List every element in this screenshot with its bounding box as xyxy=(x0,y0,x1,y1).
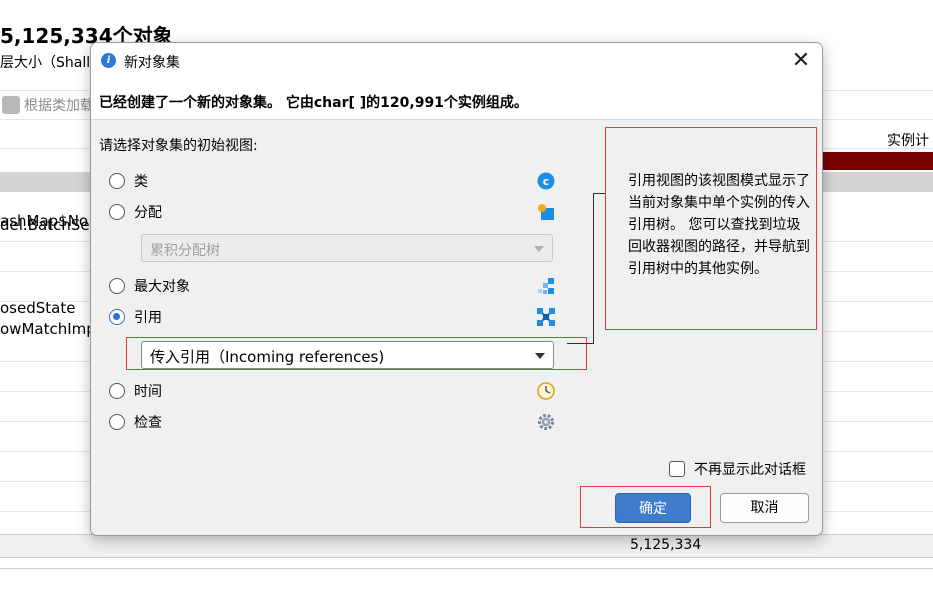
info-icon: i xyxy=(101,53,116,68)
shallow-size-label: 层大小（Shallo xyxy=(0,55,99,71)
close-icon: ✕ xyxy=(791,48,811,73)
callout-line xyxy=(567,343,594,344)
radio-classes[interactable]: 类 xyxy=(109,170,148,192)
svg-text:c: c xyxy=(543,175,550,188)
callout-line xyxy=(593,193,605,194)
radio-inspections[interactable]: 检查 xyxy=(109,411,162,433)
reference-mode-value: 传入引用（Incoming references) xyxy=(150,348,385,366)
row-class-name: owMatchImp xyxy=(0,320,96,338)
radio-button[interactable] xyxy=(109,414,125,430)
ok-button[interactable]: 确定 xyxy=(615,493,691,523)
view-description-panel: 引用视图的该视图模式显示了当前对象集中单个实例的传入引用树。 您可以查找到垃圾回… xyxy=(605,127,817,330)
checkbox[interactable] xyxy=(669,461,685,477)
option-label: 时间 xyxy=(134,384,162,400)
classloader-icon xyxy=(2,96,20,114)
cancel-button[interactable]: 取消 xyxy=(720,493,809,523)
view-prompt: 请选择对象集的初始视图: xyxy=(99,138,258,154)
dont-show-again-checkbox[interactable]: 不再显示此对话框 xyxy=(669,459,806,479)
class-icon: c xyxy=(537,172,555,190)
callout-line xyxy=(593,193,594,343)
radio-button[interactable] xyxy=(109,173,125,189)
chevron-down-icon xyxy=(534,246,544,252)
allocation-tree-select: 累积分配树 xyxy=(141,234,553,262)
option-label: 类 xyxy=(134,174,148,190)
radio-time[interactable]: 时间 xyxy=(109,380,162,402)
row-class-name: ashMap$No xyxy=(0,212,89,230)
group-by-classloader-button[interactable]: 根据类加载 xyxy=(2,95,94,115)
largest-objects-icon xyxy=(538,278,554,294)
dialog-title: 新对象集 xyxy=(124,55,180,71)
option-label: 最大对象 xyxy=(134,279,190,295)
new-object-set-dialog: i 新对象集 ✕ 已经创建了一个新的对象集。 它由char[ ]的120,991… xyxy=(90,42,823,536)
radio-biggest-objects[interactable]: 最大对象 xyxy=(109,275,190,297)
radio-references[interactable]: 引用 xyxy=(109,306,162,328)
total-row: 5,125,334 xyxy=(0,534,933,558)
total-count: 5,125,334 xyxy=(630,537,702,553)
view-description: 引用视图的该视图模式显示了当前对象集中单个实例的传入引用树。 您可以查找到垃圾回… xyxy=(628,173,810,277)
dialog-header: 已经创建了一个新的对象集。 它由char[ ]的120,991个实例组成。 xyxy=(91,79,822,120)
option-label: 引用 xyxy=(134,310,162,326)
dialog-titlebar: i 新对象集 ✕ xyxy=(91,43,822,79)
radio-allocations[interactable]: 分配 xyxy=(109,201,162,223)
radio-button[interactable] xyxy=(109,204,125,220)
option-label: 分配 xyxy=(134,205,162,221)
dont-show-again-label: 不再显示此对话框 xyxy=(694,462,806,478)
radio-button[interactable] xyxy=(109,383,125,399)
row-class-name: osedState xyxy=(0,299,76,317)
chevron-down-icon xyxy=(535,353,545,359)
toolbar-button-label: 根据类加载 xyxy=(24,98,94,114)
reference-mode-select[interactable]: 传入引用（Incoming references) xyxy=(141,341,554,369)
option-label: 检查 xyxy=(134,415,162,431)
allocation-tree-value: 累积分配树 xyxy=(150,243,220,259)
allocation-icon xyxy=(538,204,554,220)
size-bar xyxy=(818,152,933,170)
references-icon xyxy=(537,308,555,326)
close-button[interactable]: ✕ xyxy=(786,47,816,75)
instance-count-column-header[interactable]: 实例计 xyxy=(887,130,929,150)
clock-icon xyxy=(537,382,555,400)
divider xyxy=(0,568,933,569)
gear-icon xyxy=(538,414,554,430)
radio-button-selected[interactable] xyxy=(109,309,125,325)
header-message: 已经创建了一个新的对象集。 它由char[ ]的120,991个实例组成。 xyxy=(99,95,528,111)
radio-button[interactable] xyxy=(109,278,125,294)
